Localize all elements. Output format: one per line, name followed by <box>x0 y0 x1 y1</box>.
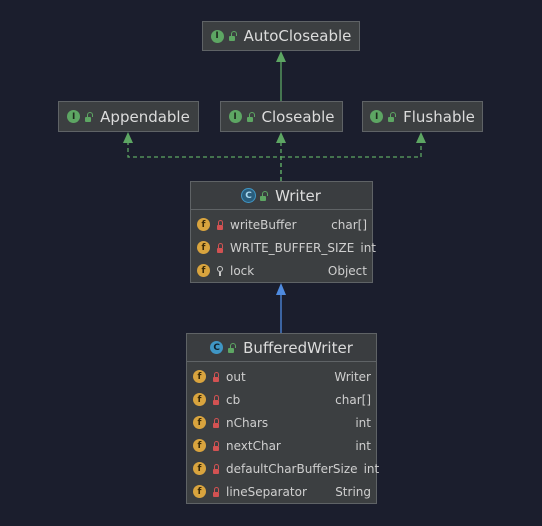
field-icon: f <box>193 416 206 429</box>
field-type: char[] <box>331 217 367 232</box>
field-row[interactable]: f defaultCharBufferSize int <box>187 457 379 480</box>
private-visibility-icon <box>212 486 220 497</box>
field-type: int <box>360 240 377 255</box>
node-title: Writer <box>275 186 321 205</box>
field-row[interactable]: f WRITE_BUFFER_SIZE int <box>191 236 376 259</box>
private-visibility-icon <box>216 219 224 230</box>
field-name: WRITE_BUFFER_SIZE <box>230 240 355 255</box>
node-title: Flushable <box>403 107 475 126</box>
node-writer[interactable]: C Writer f writeBuffer char[] f WRITE_BU… <box>190 181 376 285</box>
field-type: int <box>355 415 371 430</box>
field-name: nChars <box>226 415 269 430</box>
edge-writer-appendable <box>127 142 282 181</box>
field-name: writeBuffer <box>230 217 297 232</box>
field-icon: f <box>193 485 206 498</box>
edge-writer-flushable <box>281 142 422 158</box>
field-icon: f <box>197 264 210 277</box>
static-field-icon: f <box>197 241 210 254</box>
interface-icon: I <box>67 110 81 123</box>
private-visibility-icon <box>212 371 220 382</box>
arrowhead-appendable <box>123 132 133 143</box>
private-visibility-icon <box>216 242 224 253</box>
class-icon: C <box>210 341 224 354</box>
field-name: defaultCharBufferSize <box>226 461 358 476</box>
protected-visibility-icon <box>216 265 224 276</box>
public-visibility-icon <box>259 190 269 201</box>
field-name: lineSeparator <box>226 484 307 499</box>
field-row[interactable]: f writeBuffer char[] <box>191 213 372 236</box>
arrowhead-flushable <box>416 132 426 143</box>
interface-icon: I <box>370 110 384 123</box>
public-visibility-icon <box>246 111 255 122</box>
private-visibility-icon <box>212 394 220 405</box>
arrowhead-closeable <box>276 132 286 143</box>
field-type: String <box>335 484 371 499</box>
field-row[interactable]: f nChars int <box>187 411 376 434</box>
abstract-class-icon: C <box>242 189 256 202</box>
interface-icon: I <box>228 110 242 123</box>
field-type: int <box>355 438 371 453</box>
field-list: f out Writer f cb char[] f nChars int f … <box>187 362 379 506</box>
field-icon: f <box>193 439 206 452</box>
field-type: int <box>363 461 380 476</box>
private-visibility-icon <box>212 463 220 474</box>
field-name: out <box>226 369 246 384</box>
node-title: BufferedWriter <box>243 338 353 357</box>
node-appendable[interactable]: I Appendable <box>58 101 199 132</box>
private-visibility-icon <box>212 440 220 451</box>
field-row[interactable]: f lock Object <box>191 259 372 282</box>
node-closeable[interactable]: I Closeable <box>220 101 343 132</box>
arrowhead-autocloseable <box>276 51 286 62</box>
field-type: char[] <box>335 392 371 407</box>
node-autocloseable[interactable]: I AutoCloseable <box>202 21 360 51</box>
node-bufferedwriter[interactable]: C BufferedWriter f out Writer f cb char[… <box>186 333 379 506</box>
field-name: nextChar <box>226 438 281 453</box>
public-visibility-icon <box>84 111 94 122</box>
node-title: AutoCloseable <box>243 27 352 45</box>
public-visibility-icon <box>228 31 237 41</box>
field-type: Writer <box>334 369 371 384</box>
field-row[interactable]: f nextChar int <box>187 434 376 457</box>
node-flushable[interactable]: I Flushable <box>362 101 483 132</box>
field-row[interactable]: f lineSeparator String <box>187 480 376 503</box>
static-field-icon: f <box>193 462 206 475</box>
field-row[interactable]: f out Writer <box>187 365 376 388</box>
field-row[interactable]: f cb char[] <box>187 388 376 411</box>
field-list: f writeBuffer char[] f WRITE_BUFFER_SIZE… <box>191 210 376 285</box>
field-name: lock <box>230 263 255 278</box>
public-visibility-icon <box>227 342 237 353</box>
private-visibility-icon <box>212 417 220 428</box>
node-title: Appendable <box>100 107 190 126</box>
field-name: cb <box>226 392 241 407</box>
field-icon: f <box>197 218 210 231</box>
public-visibility-icon <box>387 111 397 122</box>
field-icon: f <box>193 370 206 383</box>
node-title: Closeable <box>261 107 335 126</box>
interface-icon: I <box>210 29 224 43</box>
field-type: Object <box>327 263 367 278</box>
field-icon: f <box>193 393 206 406</box>
